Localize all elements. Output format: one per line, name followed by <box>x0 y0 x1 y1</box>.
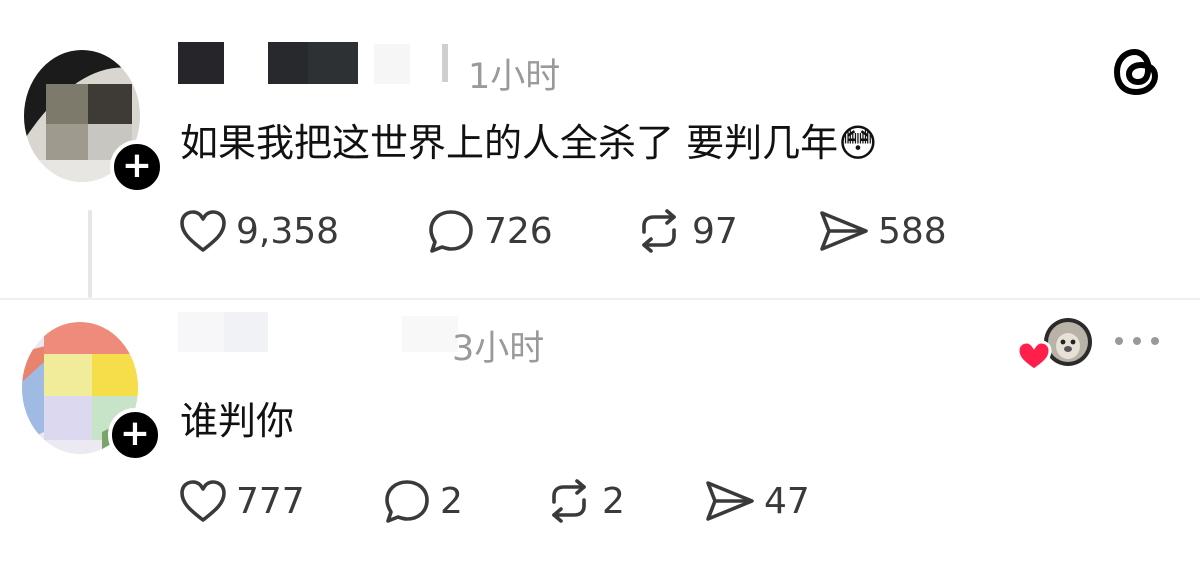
share-count: 588 <box>878 210 947 252</box>
post-timestamp: 1小时 <box>468 57 561 97</box>
liked-by-author-indicator[interactable] <box>1014 316 1094 376</box>
repost-icon <box>642 209 676 253</box>
repost-icon <box>552 479 586 523</box>
post-body-text: 谁判你 <box>180 399 295 443</box>
flushed-face-emoji: 😳 <box>838 121 878 165</box>
thread-connector-line <box>88 210 92 298</box>
like-count: 777 <box>236 480 305 522</box>
post-reply: + 3小时 谁判你 777 2 2 47 <box>0 300 1200 577</box>
post-timestamp: 3小时 <box>452 329 545 369</box>
repost-count: 97 <box>692 210 738 252</box>
reply-button[interactable]: 2 <box>382 476 463 526</box>
share-button[interactable]: 588 <box>818 206 947 256</box>
replier-avatar[interactable]: + <box>22 322 162 462</box>
reply-button[interactable]: 726 <box>426 206 553 256</box>
username-redacted[interactable] <box>178 310 458 356</box>
post-actions: 9,358 726 97 588 <box>178 206 978 256</box>
post-original: + 1小时 如果我把这世界上的人全杀了 要判几年😳 9,358 726 97 5… <box>0 0 1200 300</box>
heart-icon <box>180 210 226 252</box>
share-count: 47 <box>764 480 810 522</box>
follow-button[interactable]: + <box>108 408 162 462</box>
repost-count: 2 <box>602 480 625 522</box>
follow-button[interactable]: + <box>110 140 164 194</box>
speech-bubble-icon <box>429 210 473 253</box>
post-actions: 777 2 2 47 <box>178 476 878 526</box>
heart-icon <box>180 480 226 522</box>
threads-logo-icon[interactable] <box>1108 44 1164 100</box>
send-icon <box>820 211 868 251</box>
more-options-icon[interactable] <box>1112 326 1162 356</box>
post-body: 谁判你 <box>180 390 294 445</box>
repost-button[interactable]: 2 <box>544 476 625 526</box>
like-count: 9,358 <box>236 210 340 252</box>
reply-count: 726 <box>484 210 553 252</box>
repost-button[interactable]: 97 <box>634 206 738 256</box>
username-redacted[interactable] <box>178 40 448 86</box>
reply-count: 2 <box>440 480 463 522</box>
post-body: 如果我把这世界上的人全杀了 要判几年😳 <box>180 112 878 167</box>
heart-icon <box>1016 340 1052 372</box>
send-icon <box>706 481 754 521</box>
speech-bubble-icon <box>385 480 429 523</box>
like-button[interactable]: 9,358 <box>178 206 339 256</box>
author-avatar[interactable]: + <box>24 50 164 194</box>
post-body-text: 如果我把这世界上的人全杀了 要判几年 <box>180 121 839 165</box>
share-button[interactable]: 47 <box>704 476 810 526</box>
like-button[interactable]: 777 <box>178 476 305 526</box>
